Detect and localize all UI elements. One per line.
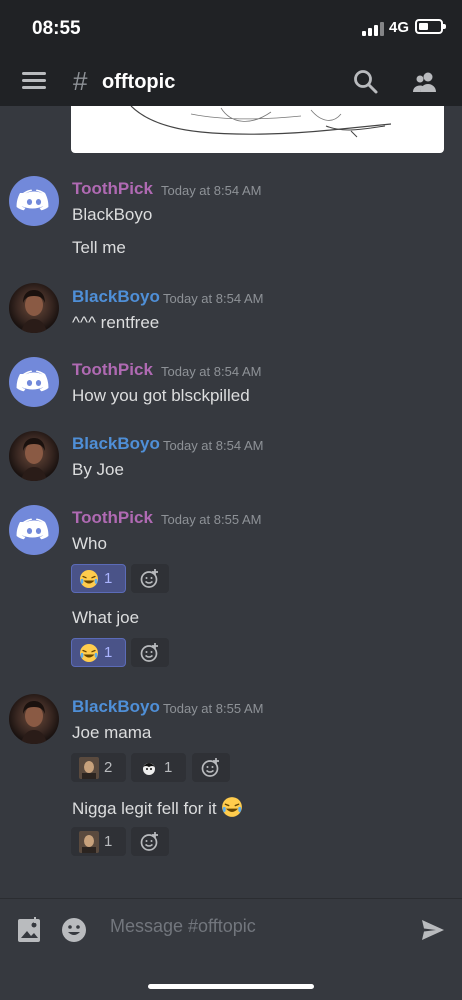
battery-icon — [415, 19, 446, 34]
timestamp: Today at 8:55 AM — [161, 512, 262, 527]
add-reaction-button[interactable] — [192, 753, 230, 782]
message-text: Tell me — [72, 238, 126, 257]
reaction-count: 1 — [104, 833, 113, 850]
author-name[interactable]: BlackBoyo — [72, 287, 160, 307]
message-text: How you got blsckpilled — [72, 386, 250, 405]
menu-icon[interactable] — [22, 72, 46, 90]
add-reaction-button[interactable] — [131, 827, 169, 856]
avatar[interactable] — [9, 176, 59, 226]
avatar[interactable] — [9, 357, 59, 407]
reaction-custom[interactable]: 1 — [71, 827, 126, 856]
status-bar: 08:55 4G — [0, 0, 462, 58]
avatar[interactable] — [9, 694, 59, 744]
discord-logo-icon — [16, 518, 49, 540]
author-name[interactable]: BlackBoyo — [72, 434, 160, 454]
status-time: 08:55 — [32, 18, 81, 39]
message-composer: Message #offtopic — [0, 898, 462, 1000]
timestamp: Today at 8:54 AM — [163, 291, 264, 306]
add-reaction-icon — [201, 758, 219, 777]
avatar[interactable] — [9, 505, 59, 555]
message-text: By Joe — [72, 460, 124, 479]
timestamp: Today at 8:54 AM — [161, 364, 262, 379]
author-name[interactable]: ToothPick — [72, 179, 153, 199]
attached-image[interactable] — [71, 106, 444, 153]
message-text: BlackBoyo — [72, 205, 153, 224]
reaction-count: 1 — [104, 570, 113, 587]
members-icon[interactable] — [411, 68, 439, 96]
reaction-joy[interactable]: 1 — [71, 638, 126, 667]
reaction-custom[interactable]: 2 — [71, 753, 126, 782]
message-text: Nigga legit fell for it — [72, 796, 243, 819]
add-reaction-icon — [140, 832, 158, 851]
author-name[interactable]: BlackBoyo — [72, 697, 160, 717]
message-text: ^^^ rentfree — [72, 313, 160, 332]
avatar[interactable] — [9, 283, 59, 333]
channel-header: # offtopic — [0, 58, 462, 106]
image-icon[interactable] — [16, 916, 44, 944]
message-text-content: Nigga legit fell for it — [72, 799, 217, 818]
joy-emoji-icon — [80, 643, 98, 662]
reaction-joy[interactable]: 1 — [71, 564, 126, 593]
discord-logo-icon — [16, 189, 49, 211]
author-name[interactable]: ToothPick — [72, 360, 153, 380]
timestamp: Today at 8:55 AM — [163, 701, 264, 716]
reaction-count: 1 — [104, 644, 113, 661]
message-text: What joe — [72, 608, 140, 627]
home-indicator — [148, 984, 314, 989]
timestamp: Today at 8:54 AM — [163, 438, 264, 453]
hash-icon: # — [73, 66, 88, 96]
add-reaction-button[interactable] — [131, 564, 169, 593]
network-label: 4G — [389, 19, 410, 36]
message-input[interactable]: Message #offtopic — [110, 916, 256, 937]
custom-face-emoji-icon — [79, 756, 99, 779]
reaction-custom[interactable]: 1 — [131, 753, 186, 782]
message-text: Who — [72, 534, 107, 553]
joy-emoji-icon — [80, 569, 98, 588]
reaction-count: 1 — [164, 759, 173, 776]
search-icon[interactable] — [352, 68, 380, 96]
custom-face-emoji-icon — [139, 756, 159, 779]
message-text: Joe mama — [72, 723, 152, 742]
reaction-count: 2 — [104, 759, 113, 776]
message-list[interactable]: ToothPick Today at 8:54 AM BlackBoyo Tel… — [0, 106, 462, 898]
author-name[interactable]: ToothPick — [72, 508, 153, 528]
emoji-icon[interactable] — [60, 916, 88, 944]
add-reaction-button[interactable] — [131, 638, 169, 667]
avatar[interactable] — [9, 431, 59, 481]
custom-face-emoji-icon — [79, 830, 99, 853]
add-reaction-icon — [140, 643, 158, 662]
send-icon[interactable] — [419, 916, 447, 944]
timestamp: Today at 8:54 AM — [161, 183, 262, 198]
channel-title: offtopic — [102, 71, 176, 93]
discord-logo-icon — [16, 370, 49, 392]
joy-emoji-icon — [222, 797, 243, 817]
add-reaction-icon — [140, 569, 158, 588]
signal-icon — [362, 22, 384, 36]
